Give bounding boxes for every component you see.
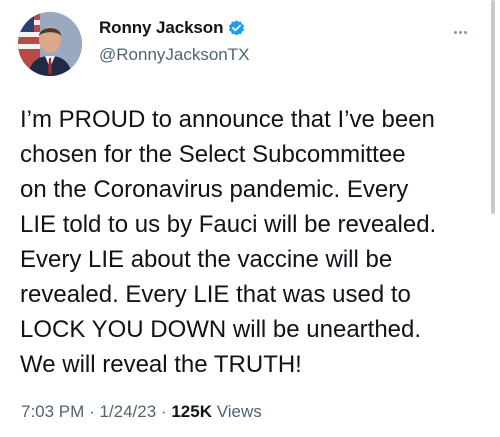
views-count: 125K	[171, 402, 212, 421]
tweet-date[interactable]: 1/24/23	[99, 402, 156, 421]
author-name-row[interactable]: Ronny Jackson	[99, 18, 246, 38]
tweet-card: Ronny Jackson @RonnyJacksonTX I’m PROUD …	[0, 0, 500, 437]
avatar-photo	[18, 12, 82, 76]
tweet-time[interactable]: 7:03 PM	[21, 402, 84, 421]
views-label: Views	[216, 402, 262, 421]
verified-badge-icon	[229, 19, 245, 36]
tweet-text: I’m PROUD to announce that I’ve been cho…	[20, 106, 437, 378]
meta-separator: ·	[89, 402, 95, 421]
scrollbar[interactable]	[491, 0, 495, 214]
avatar[interactable]	[18, 12, 82, 76]
more-options-icon[interactable]	[454, 24, 476, 35]
author-name[interactable]: Ronny Jackson	[99, 18, 223, 38]
author-handle[interactable]: @RonnyJacksonTX	[99, 45, 250, 65]
tweet-meta: 7:03 PM · 1/24/23 · 125K Views	[21, 402, 262, 422]
meta-separator: ·	[160, 402, 167, 421]
